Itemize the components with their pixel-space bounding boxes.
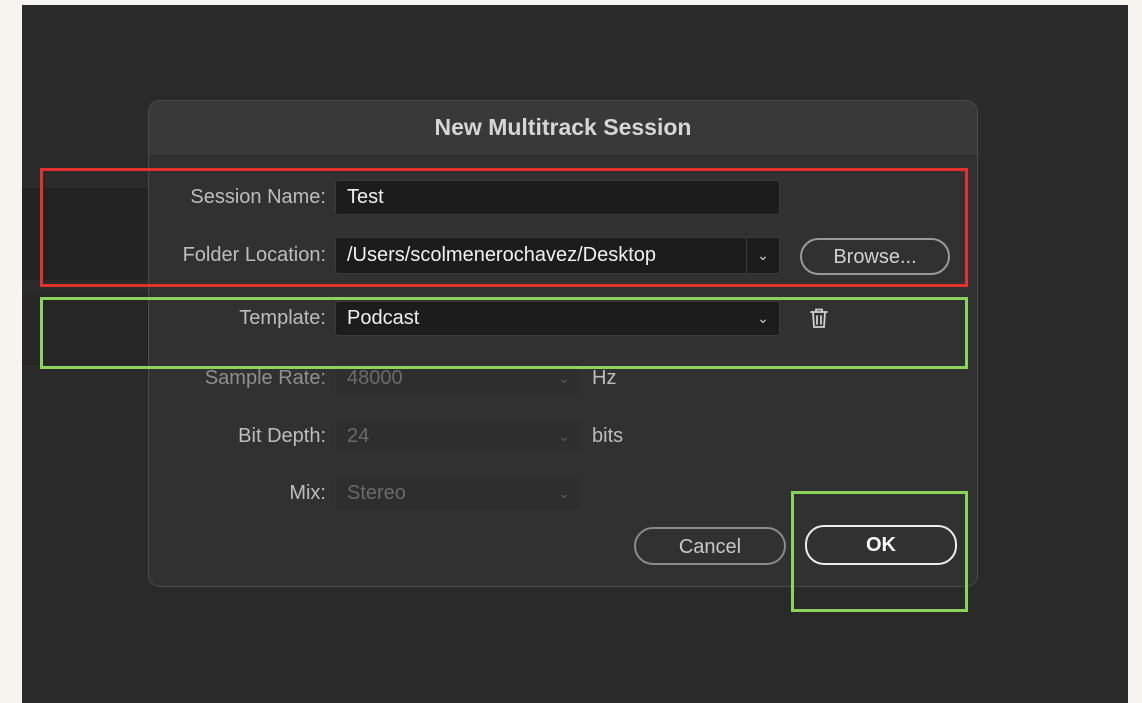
folder-location-dropdown[interactable]: /Users/scolmenerochavez/Desktop ⌄ bbox=[335, 237, 780, 274]
dialog-title: New Multitrack Session bbox=[149, 101, 977, 156]
session-name-input[interactable]: Test bbox=[335, 180, 780, 215]
sample-rate-unit: Hz bbox=[592, 367, 617, 389]
sample-rate-label: Sample Rate: bbox=[204, 367, 326, 389]
bit-depth-label: Bit Depth: bbox=[238, 425, 326, 447]
template-dropdown[interactable]: Podcast ⌄ bbox=[335, 301, 780, 336]
chevron-down-icon[interactable]: ⌄ bbox=[747, 302, 779, 335]
background-panel bbox=[22, 188, 150, 280]
bit-depth-unit: bits bbox=[592, 425, 624, 447]
mix-value: Stereo bbox=[347, 482, 406, 504]
chevron-down-icon: ⌄ bbox=[558, 485, 570, 501]
folder-location-row: Folder Location: /Users/scolmenerochavez… bbox=[149, 237, 977, 275]
session-name-row: Session Name: Test bbox=[149, 180, 977, 216]
bit-depth-dropdown: 24 ⌄ bbox=[335, 419, 581, 454]
template-row: Template: Podcast ⌄ bbox=[149, 301, 977, 337]
mix-dropdown: Stereo ⌄ bbox=[335, 476, 581, 511]
mix-label: Mix: bbox=[289, 482, 326, 504]
folder-location-value: /Users/scolmenerochavez/Desktop bbox=[347, 244, 657, 266]
sample-rate-value: 48000 bbox=[347, 367, 403, 389]
bit-depth-row: Bit Depth: 24 ⌄ bits bbox=[149, 419, 977, 455]
trash-icon[interactable] bbox=[807, 306, 831, 330]
new-multitrack-session-dialog: New Multitrack Session Session Name: Tes… bbox=[148, 100, 978, 587]
browse-button[interactable]: Browse... bbox=[800, 238, 950, 275]
folder-location-label: Folder Location: bbox=[182, 244, 326, 266]
chevron-down-icon: ⌄ bbox=[558, 428, 570, 444]
chevron-down-icon[interactable]: ⌄ bbox=[746, 238, 779, 273]
cancel-button[interactable]: Cancel bbox=[634, 527, 786, 565]
bit-depth-value: 24 bbox=[347, 425, 370, 447]
sample-rate-dropdown: 48000 ⌄ bbox=[335, 361, 581, 396]
template-value: Podcast bbox=[347, 307, 420, 329]
template-label: Template: bbox=[239, 307, 326, 329]
sample-rate-row: Sample Rate: 48000 ⌄ Hz bbox=[149, 361, 977, 397]
mix-row: Mix: Stereo ⌄ bbox=[149, 476, 977, 512]
session-name-label: Session Name: bbox=[190, 186, 326, 208]
chevron-down-icon: ⌄ bbox=[558, 370, 570, 386]
ok-button[interactable]: OK bbox=[805, 525, 957, 565]
